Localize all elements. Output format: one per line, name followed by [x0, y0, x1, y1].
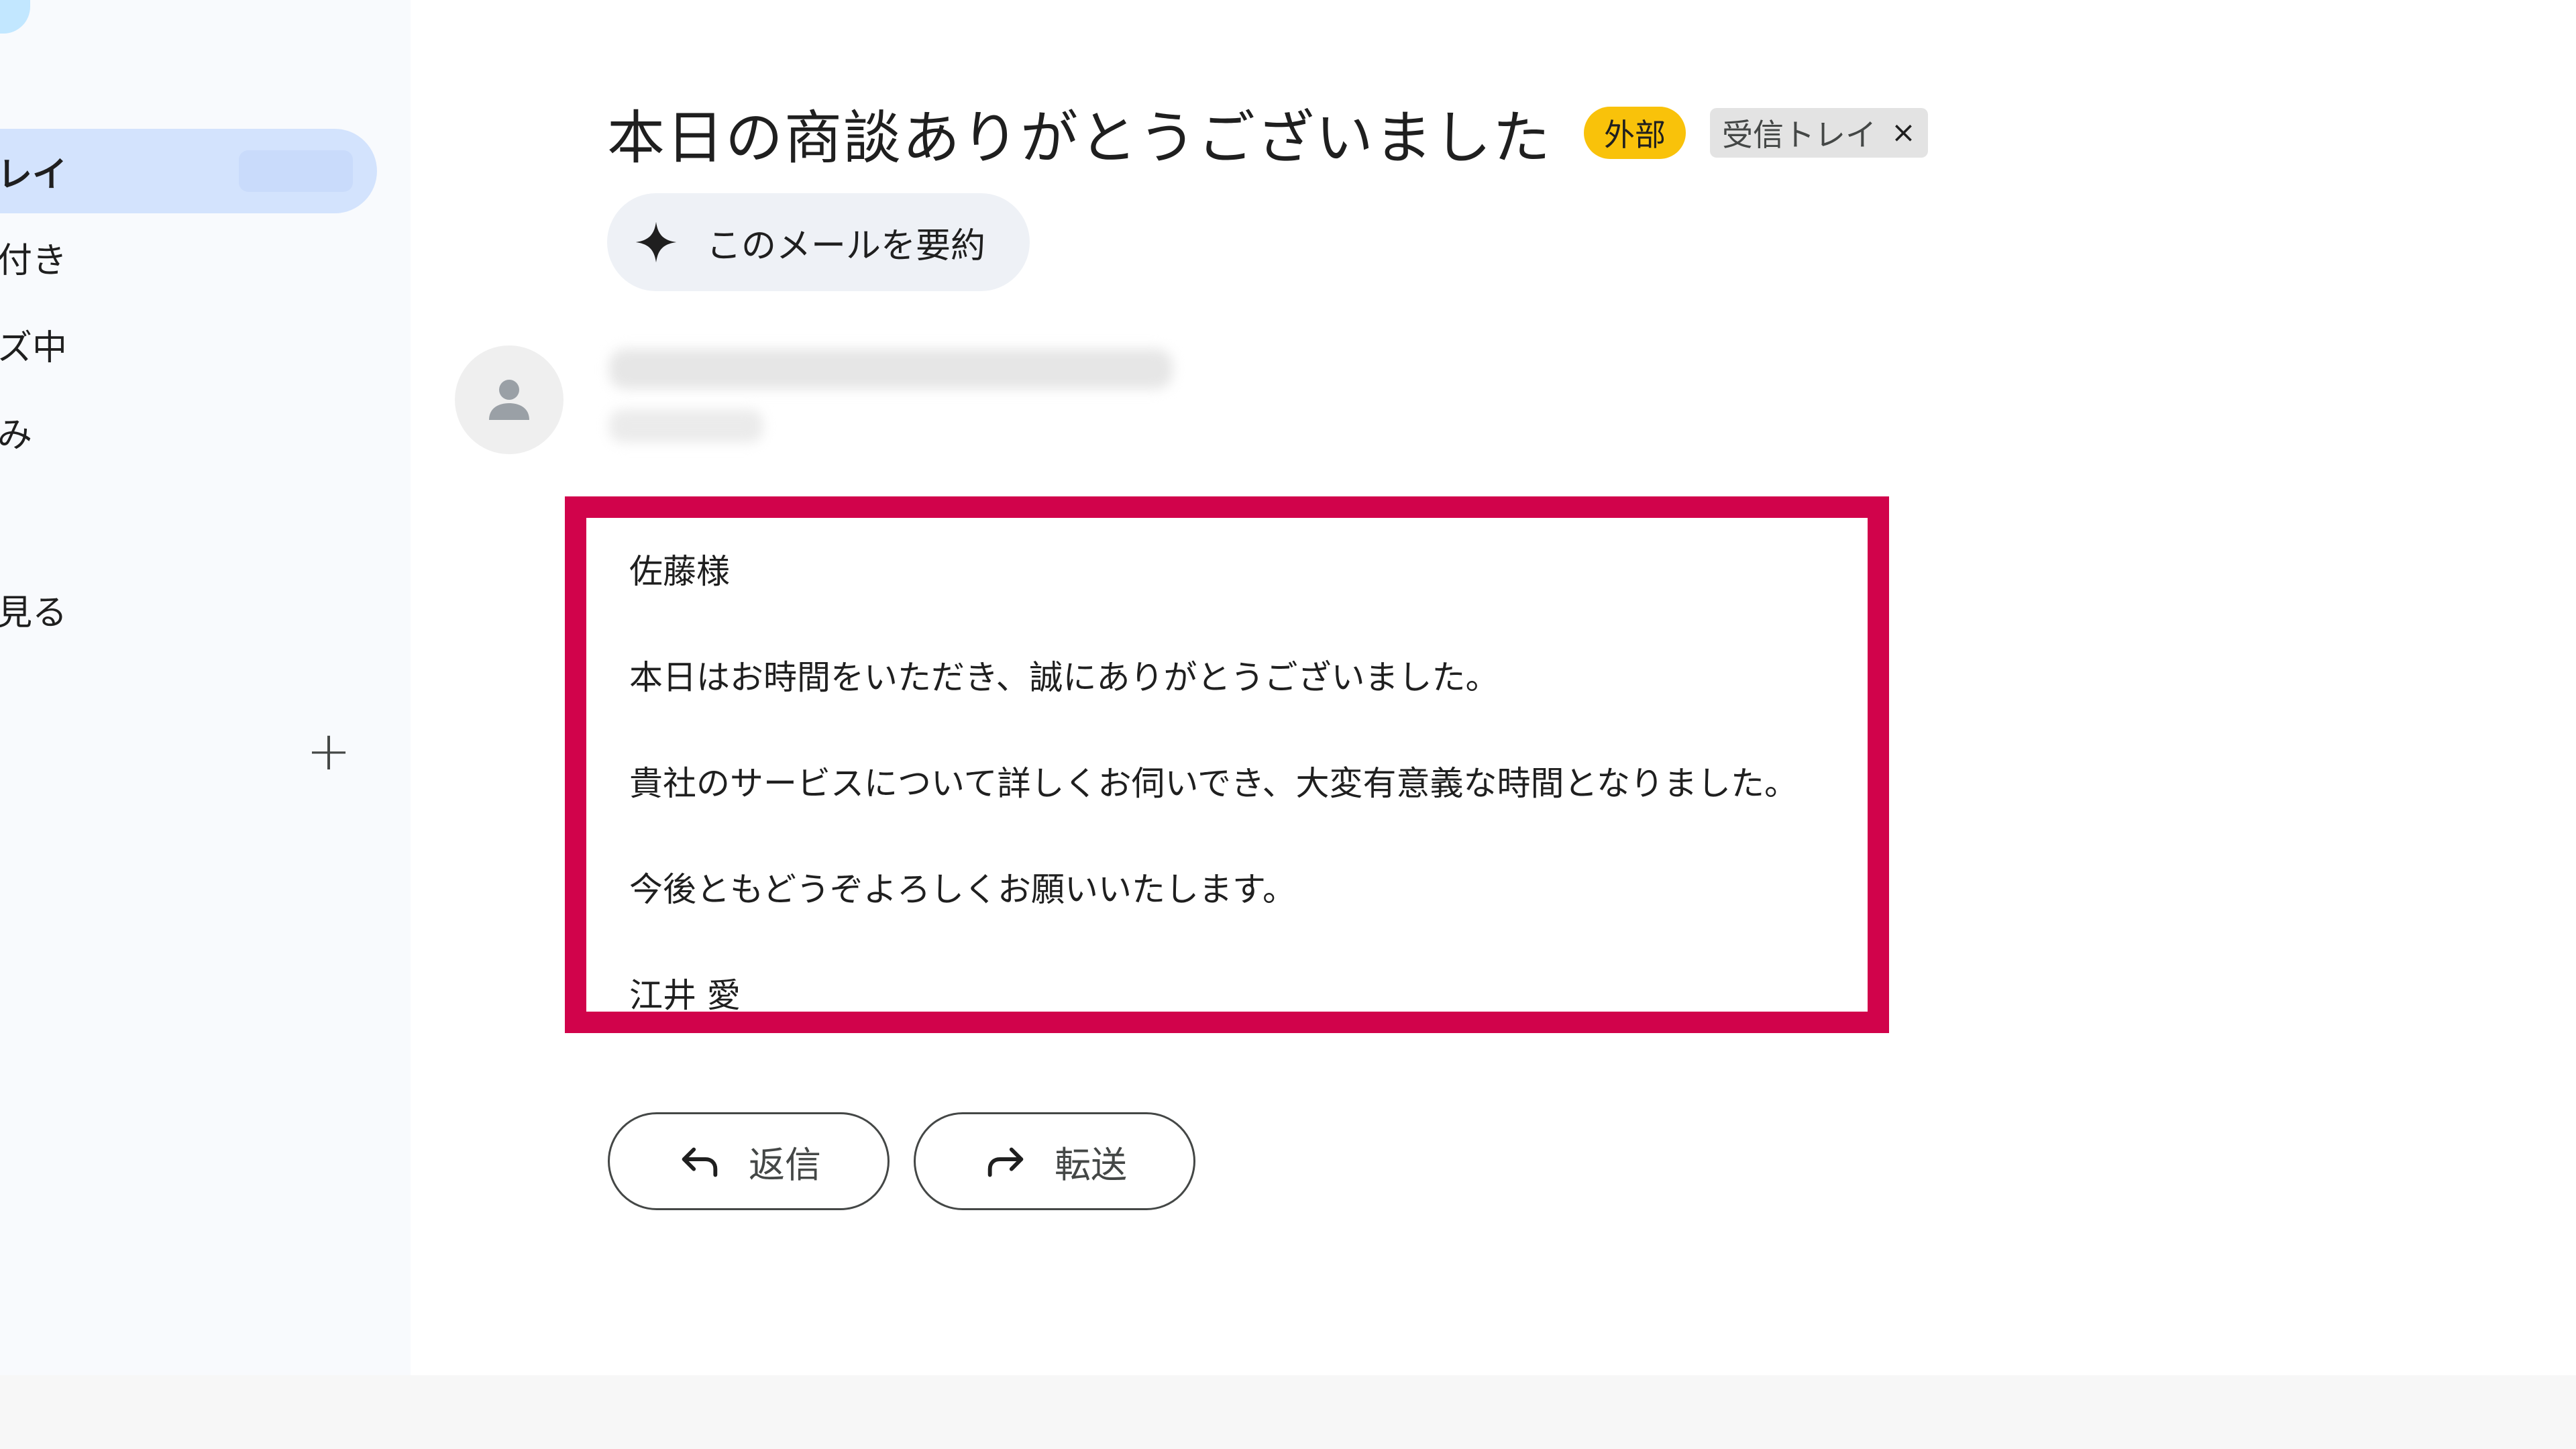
inbox-label-chip: 受信トレイ × [1710, 107, 1928, 158]
sender-avatar[interactable] [455, 345, 564, 454]
body-line: 今後ともどうぞよろしくお願いいたします。 [629, 870, 1296, 909]
summarize-label: このメールを要約 [706, 225, 986, 266]
reply-button[interactable]: 返信 [608, 1112, 890, 1210]
body-line: 貴社のサービスについて詳しくお伺いでき、大変有意義な時間となりました。 [629, 764, 1798, 803]
sidebar-item-label: ズ中 [0, 327, 68, 368]
recipient-info-redacted [609, 409, 763, 443]
sidebar-item-sent[interactable]: み [0, 389, 377, 474]
forward-button[interactable]: 転送 [914, 1112, 1195, 1210]
external-tag: 外部 [1584, 106, 1686, 159]
subject-row: 本日の商談ありがとうございました 外部 受信トレイ × [607, 91, 1928, 174]
email-subject: 本日の商談ありがとうございました [607, 105, 1552, 172]
sidebar-item-label: 付き [0, 240, 68, 281]
gmail-email-view: レイ 付き ズ中 み 見る + 本日の商談ありがとうございました 外部 受信トレ… [0, 0, 2576, 1449]
sidebar-item-more[interactable]: 見る [0, 567, 377, 651]
sidebar-item-inbox[interactable]: レイ [0, 129, 377, 213]
sidebar-item-label: み [0, 415, 33, 455]
body-line: 佐藤様 [629, 552, 730, 591]
body-line: 江井 愛 [629, 976, 741, 1015]
summarize-email-button[interactable]: このメールを要約 [607, 193, 1030, 291]
forward-icon [987, 1147, 1024, 1177]
sparkle-icon [635, 221, 677, 263]
reply-icon [682, 1147, 718, 1177]
sidebar-item-starred[interactable]: 付き [0, 215, 377, 299]
bottom-strip [0, 1375, 2576, 1449]
add-label-icon[interactable]: + [305, 724, 352, 778]
sidebar-item-label: 見る [0, 592, 68, 633]
remove-label-icon[interactable]: × [1891, 115, 1916, 150]
inbox-label-text: 受信トレイ [1722, 116, 1876, 153]
compose-button[interactable] [0, 0, 30, 34]
sidebar-item-snoozed[interactable]: ズ中 [0, 302, 377, 386]
sidebar-item-label: レイ [0, 154, 68, 195]
body-line: 本日はお時間をいただき、誠にありがとうございました。 [629, 658, 1499, 697]
sender-info-redacted [609, 349, 1173, 389]
sidebar: レイ 付き ズ中 み 見る + [0, 0, 411, 1375]
message-body-highlight: 佐藤様 本日はお時間をいただき、誠にありがとうございました。 貴社のサービスにつ… [565, 496, 1889, 1033]
reply-label: 返信 [749, 1143, 821, 1186]
unread-count-badge [239, 150, 353, 192]
person-icon [489, 380, 529, 420]
forward-label: 転送 [1055, 1143, 1127, 1186]
